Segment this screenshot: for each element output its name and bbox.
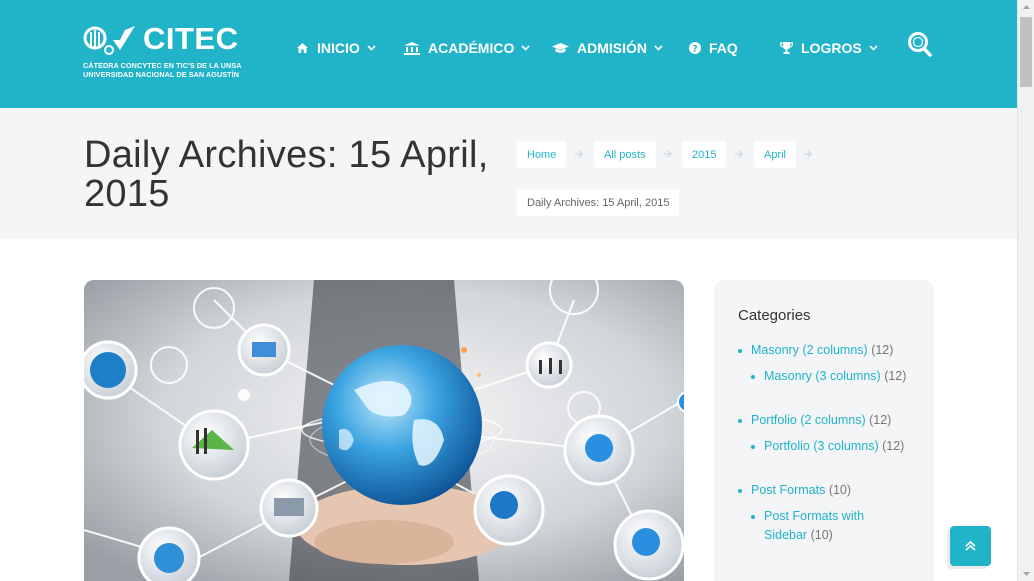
category-count: (12) bbox=[869, 413, 892, 427]
category-count: (12) bbox=[871, 343, 894, 357]
site-logo[interactable]: CITEC CÁTEDRA CONCYTEC EN TIC'S DE LA UN… bbox=[83, 21, 243, 82]
breadcrumb-2015[interactable]: 2015 bbox=[682, 141, 727, 168]
nav-item-admision[interactable]: ADMISIÓN bbox=[552, 38, 663, 58]
sidebar-title: Categories bbox=[738, 307, 811, 324]
category-link[interactable]: Portfolio (2 columns) bbox=[751, 413, 866, 427]
category-link[interactable]: Portfolio (3 columns) bbox=[764, 439, 879, 453]
chevron-down-icon bbox=[521, 45, 530, 51]
nav-label-logros: LOGROS bbox=[801, 40, 862, 56]
scroll-down-arrow-icon[interactable] bbox=[1018, 567, 1034, 581]
bullet-dot bbox=[738, 349, 742, 353]
category-item: Portfolio (3 columns) (12) bbox=[751, 437, 914, 456]
arrow-right-icon bbox=[804, 150, 813, 158]
category-item: Post Formats with Sidebar (10) bbox=[751, 507, 904, 545]
svg-text:?: ? bbox=[692, 45, 697, 55]
question-circle-icon: ? bbox=[689, 42, 701, 54]
category-item: Masonry (3 columns) (12) bbox=[751, 367, 914, 386]
search-icon bbox=[908, 32, 932, 57]
category-item: Post Formats (10) bbox=[738, 481, 926, 500]
back-to-top-button[interactable] bbox=[950, 526, 991, 566]
nav-item-inicio[interactable]: INICIO bbox=[296, 38, 376, 58]
category-count: (10) bbox=[828, 483, 852, 497]
category-link[interactable]: Post Formats bbox=[751, 483, 825, 497]
page-title: Daily Archives: 15 April, 2015 bbox=[84, 134, 489, 215]
logo-subtitle: CÁTEDRA CONCYTEC EN TIC'S DE LA UNSA UNI… bbox=[83, 61, 242, 79]
bullet-dot bbox=[751, 515, 755, 519]
nav-label-inicio: INICIO bbox=[317, 40, 360, 56]
network-globe-illustration bbox=[84, 280, 684, 581]
chevron-down-icon bbox=[367, 45, 376, 51]
bullet-dot bbox=[738, 489, 742, 493]
chevron-down-icon bbox=[654, 45, 663, 51]
bullet-dot bbox=[751, 445, 755, 449]
breadcrumb-all-posts[interactable]: All posts bbox=[594, 141, 656, 168]
scrollbar-thumb[interactable] bbox=[1020, 17, 1032, 87]
bank-icon bbox=[404, 41, 420, 55]
scroll-up-arrow-icon[interactable] bbox=[1018, 0, 1034, 14]
category-item: Portfolio (2 columns) (12) bbox=[738, 411, 926, 430]
category-item: Masonry (2 columns) (12) bbox=[738, 341, 926, 360]
category-link[interactable]: Masonry (3 columns) bbox=[764, 369, 881, 383]
sidebar-categories: Categories Masonry (2 columns) (12) Maso… bbox=[714, 280, 934, 581]
category-count: (12) bbox=[882, 439, 905, 453]
category-count: (10) bbox=[810, 528, 833, 542]
nav-item-faq[interactable]: ? FAQ bbox=[689, 38, 738, 58]
logo-subtitle-line2: UNIVERSIDAD NACIONAL DE SAN AGUSTÍN bbox=[83, 70, 240, 79]
category-count: (12) bbox=[884, 369, 907, 383]
breadcrumb-home[interactable]: Home bbox=[517, 141, 567, 168]
logo-wordmark: CITEC bbox=[143, 21, 239, 56]
nav-label-academico: ACADÉMICO bbox=[428, 40, 515, 56]
category-link[interactable]: Masonry (2 columns) bbox=[751, 343, 868, 357]
logo-mark-icon bbox=[83, 26, 135, 55]
featured-image[interactable] bbox=[84, 280, 684, 581]
breadcrumb-april[interactable]: April bbox=[754, 141, 797, 168]
arrow-right-icon bbox=[664, 150, 673, 158]
bullet-dot bbox=[738, 419, 742, 423]
search-button[interactable] bbox=[907, 31, 933, 59]
chevron-down-icon bbox=[869, 45, 878, 51]
trophy-icon bbox=[780, 42, 793, 54]
nav-item-logros[interactable]: LOGROS bbox=[780, 38, 878, 58]
nav-label-faq: FAQ bbox=[709, 40, 738, 56]
home-icon bbox=[297, 43, 308, 53]
site-header: CITEC CÁTEDRA CONCYTEC EN TIC'S DE LA UN… bbox=[0, 0, 1017, 108]
page: CITEC CÁTEDRA CONCYTEC EN TIC'S DE LA UN… bbox=[0, 0, 1034, 581]
nav-item-academico[interactable]: ACADÉMICO bbox=[404, 38, 530, 58]
chevron-up-icon bbox=[965, 540, 976, 551]
graduation-cap-icon bbox=[552, 43, 569, 53]
logo-subtitle-line1: CÁTEDRA CONCYTEC EN TIC'S DE LA UNSA bbox=[83, 61, 242, 70]
breadcrumb-current: Daily Archives: 15 April, 2015 bbox=[517, 189, 680, 216]
vertical-scrollbar[interactable] bbox=[1017, 0, 1034, 581]
bullet-dot bbox=[751, 375, 755, 379]
arrow-right-icon bbox=[575, 150, 584, 158]
nav-label-admision: ADMISIÓN bbox=[577, 40, 647, 56]
arrow-right-icon bbox=[735, 150, 744, 158]
